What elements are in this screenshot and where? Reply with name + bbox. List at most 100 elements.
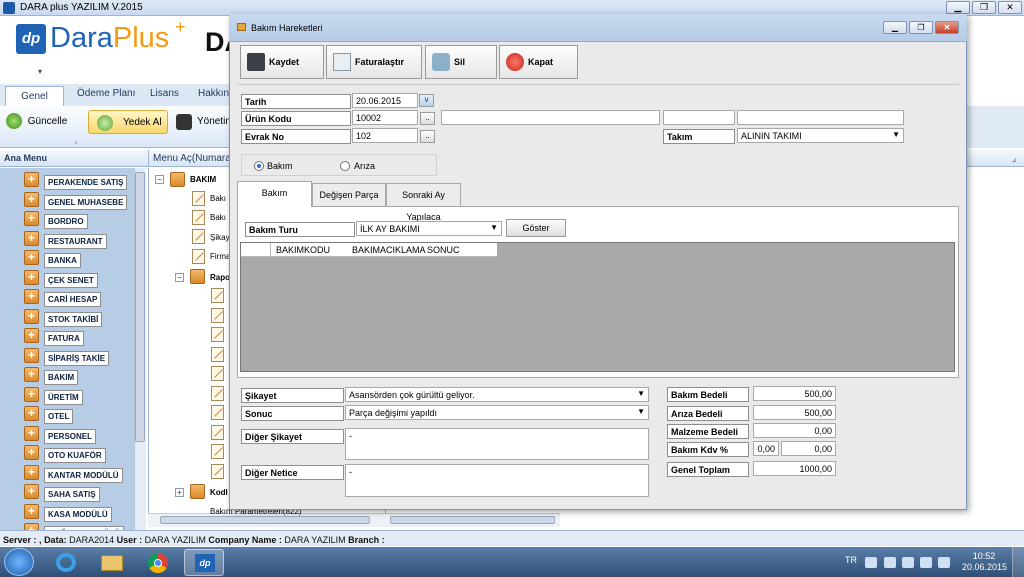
show-desktop-button[interactable] [1012, 547, 1024, 577]
tree-node[interactable]: Bakı [210, 213, 226, 222]
left-menu-item[interactable]: + ÇEK SENET [24, 269, 140, 288]
tree-expand-icon[interactable]: + [175, 488, 184, 497]
genel-toplam-field[interactable]: 1000,00 [753, 461, 836, 476]
tray-windows-icon[interactable] [884, 557, 896, 568]
bakim-turu-select[interactable]: İLK AY BAKIMI ▼ [356, 221, 502, 236]
chrome-icon[interactable] [138, 549, 178, 576]
tree-node[interactable]: Firma [210, 252, 230, 261]
tab-lisans[interactable]: Lisans [150, 88, 179, 99]
left-menu-item[interactable]: +MAĞAZA MODÜLÜ [24, 523, 140, 530]
goster-button[interactable]: Göster [506, 219, 566, 237]
tray-up-arrow-icon[interactable] [865, 557, 877, 568]
ana-menu-header: Ana Menu [4, 153, 48, 163]
maximize-button[interactable]: ❐ [972, 1, 996, 14]
left-menu-item[interactable]: + KASA MODÜLÜ [24, 503, 140, 522]
left-menu-item[interactable]: + BORDRO [24, 211, 140, 229]
urun-extra-field[interactable] [663, 110, 735, 125]
tab-degisen-parca[interactable]: Değişen Parça [312, 183, 386, 206]
tab-odeme-plani[interactable]: Ödeme Planı [77, 88, 135, 99]
internet-explorer-icon[interactable] [46, 549, 86, 576]
left-menu-item[interactable]: + STOK TAKİBİ [24, 308, 140, 327]
diger-sikayet-textarea[interactable]: - [345, 428, 649, 460]
urun-extra-field-2[interactable] [737, 110, 904, 125]
left-menu-item[interactable]: + BAKIM [24, 367, 140, 385]
left-menu-item[interactable]: + PERAKENDE SATIŞ [24, 172, 140, 190]
dialog-minimize-button[interactable]: ▁ [883, 21, 907, 34]
left-menu-item[interactable]: + SİPARİŞ TAKİE [24, 347, 140, 366]
minimize-button[interactable]: ▁ [946, 1, 970, 14]
pane-expand-icon[interactable]: ⌟ [1012, 153, 1016, 164]
tray-flag-icon[interactable] [902, 557, 914, 568]
tree-node-kodlar[interactable]: Kodl [210, 488, 228, 497]
tab-bakim[interactable]: Bakım [237, 181, 312, 207]
takim-select[interactable]: ALININ TAKIMI ▼ [737, 128, 904, 143]
close-button[interactable]: ✕ [998, 1, 1022, 14]
bakim-radio-label: Bakım [267, 161, 293, 171]
date-picker-button[interactable]: ∨ [419, 94, 434, 107]
malzeme-bedeli-field[interactable]: 0,00 [753, 423, 836, 438]
tree-node[interactable]: Bakı [210, 194, 226, 203]
sikayet-select[interactable]: Asansörden çok gürültü geliyor. ▼ [345, 387, 649, 402]
left-menu-item[interactable]: + RESTAURANT [24, 230, 140, 249]
faturalastir-button[interactable]: Faturalaştır [326, 45, 422, 79]
bakim-radio[interactable] [254, 161, 264, 171]
guncelle-button[interactable]: Güncelle [6, 110, 76, 134]
evrak-no-label: Evrak No [241, 129, 351, 144]
urun-kodu-lookup-button[interactable]: .. [420, 112, 435, 125]
tab-sonraki-ay[interactable]: Sonraki Ay Yapılaca [386, 183, 461, 222]
tray-volume-icon[interactable] [938, 557, 950, 568]
file-explorer-icon[interactable] [92, 549, 132, 576]
sil-button[interactable]: Sil [425, 45, 497, 79]
dialog-close-button[interactable]: ✕ [935, 21, 959, 34]
kaydet-button[interactable]: Kaydet [240, 45, 324, 79]
left-menu-item[interactable]: + FATURA [24, 328, 140, 346]
diger-netice-textarea[interactable]: - [345, 464, 649, 497]
language-indicator[interactable]: TR [845, 555, 857, 565]
ariza-bedeli-field[interactable]: 500,00 [753, 405, 836, 420]
tree-collapse-icon[interactable]: − [175, 273, 184, 282]
tab-genel[interactable]: Genel [5, 86, 64, 106]
grid-col-sonuc[interactable]: SONUC [427, 245, 460, 255]
quick-access-dropdown[interactable]: ▾ [38, 67, 42, 76]
sonuc-select[interactable]: Parça değişimi yapıldı ▼ [345, 405, 649, 420]
ariza-radio[interactable] [340, 161, 350, 171]
bakim-bedeli-field[interactable]: 500,00 [753, 386, 836, 401]
tree-node-raporlar[interactable]: Rapo [210, 273, 230, 282]
document-icon [192, 229, 205, 244]
dialog-maximize-button[interactable]: ❐ [909, 21, 933, 34]
kdv-amount-field[interactable]: 0,00 [781, 441, 836, 456]
left-menu-item[interactable]: + KANTAR MODÜLÜ [24, 464, 140, 483]
left-menu-scroll-thumb[interactable] [135, 172, 145, 442]
kapat-button[interactable]: Kapat [499, 45, 578, 79]
clock[interactable]: 10:52 20.06.2015 [962, 551, 1007, 573]
bakim-grid[interactable] [240, 242, 955, 372]
left-menu-item[interactable]: + CARİ HESAP [24, 289, 140, 307]
start-button[interactable] [4, 548, 34, 576]
kdv-rate-field[interactable]: 0,00 [753, 441, 779, 456]
tray-network-icon[interactable] [920, 557, 932, 568]
left-menu-item[interactable]: + OTEL [24, 406, 140, 424]
urun-adi-field[interactable] [441, 110, 660, 125]
tree-hscroll-thumb[interactable] [160, 516, 370, 524]
tree-node-bakim[interactable]: BAKIM [190, 175, 216, 184]
left-menu-item[interactable]: + OTO KUAFÖR [24, 445, 140, 463]
grid-col-bakimaciklama[interactable]: BAKIMACIKLAMA [352, 245, 426, 255]
tarih-field[interactable]: 20.06.2015 [352, 93, 418, 108]
darapus-taskbar-icon[interactable]: dp [184, 549, 224, 576]
urun-kodu-field[interactable]: 10002 [352, 110, 418, 125]
grid-col-bakimkodu[interactable]: BAKIMKODU [276, 245, 330, 255]
tree2-hscroll-thumb[interactable] [390, 516, 555, 524]
left-menu-item[interactable]: + PERSONEL [24, 425, 140, 444]
evrak-no-field[interactable]: 102 [352, 128, 418, 143]
left-menu-item[interactable]: + GENEL MUHASEBE [24, 191, 140, 210]
yedek-al-button[interactable]: Yedek Al [88, 110, 168, 134]
tree-collapse-icon[interactable]: − [155, 175, 164, 184]
group-expander-icon[interactable]: ⌟ [74, 137, 77, 145]
tree-node[interactable]: Şikay [210, 233, 230, 242]
left-menu-item[interactable]: + BANKA [24, 250, 140, 268]
left-menu-item[interactable]: + ÜRETİM [24, 386, 140, 405]
yonetim-button[interactable]: Yönetim [172, 110, 234, 134]
plus-icon: + [24, 269, 39, 285]
left-menu-item[interactable]: + SAHA SATIŞ [24, 484, 140, 502]
evrak-no-lookup-button[interactable]: .. [420, 130, 435, 143]
